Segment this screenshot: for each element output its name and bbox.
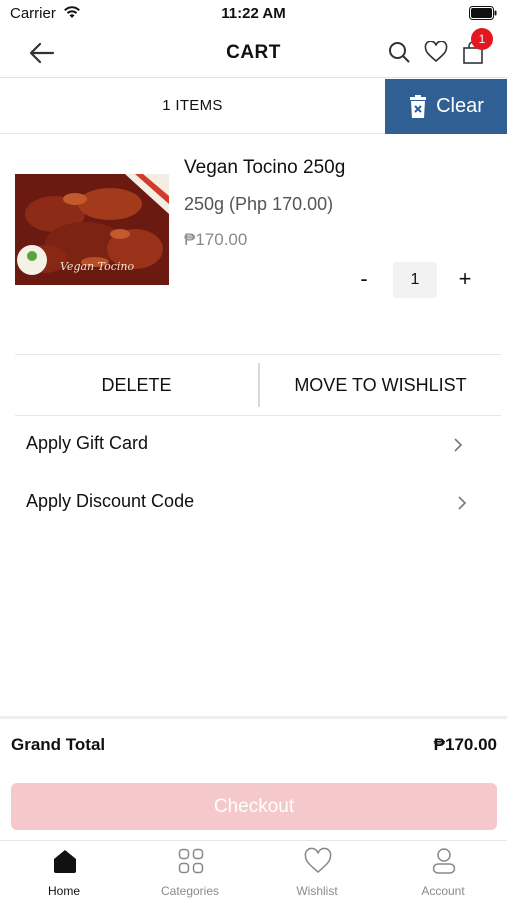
bottom-tab-bar: Home Categories Wishlist Account [0, 840, 507, 900]
trash-icon [410, 94, 427, 118]
tab-categories[interactable]: Categories [127, 841, 253, 900]
app-header: CART 1 [0, 28, 507, 78]
status-bar: Carrier 11:22 AM [0, 0, 507, 28]
apply-discount-code-row[interactable]: Apply Discount Code [0, 477, 507, 527]
search-icon[interactable] [388, 41, 410, 63]
tab-wishlist[interactable]: Wishlist [254, 841, 380, 900]
delete-button[interactable]: DELETE [15, 355, 258, 415]
clear-label: Clear [436, 95, 484, 117]
items-count: 1 ITEMS [162, 97, 223, 114]
checkout-button[interactable]: Checkout [11, 783, 497, 830]
option-label: Apply Discount Code [26, 491, 195, 511]
product-name[interactable]: Vegan Tocino 250g [184, 157, 345, 179]
user-icon [432, 848, 456, 874]
option-label: Apply Gift Card [26, 433, 149, 453]
status-time: 11:22 AM [221, 5, 286, 22]
move-to-wishlist-button[interactable]: MOVE TO WISHLIST [260, 355, 501, 415]
chevron-right-icon [458, 496, 467, 510]
cart-items-bar: 1 ITEMS Clear [0, 79, 507, 134]
tab-label: Wishlist [296, 884, 338, 898]
product-price: ₱170.00 [184, 230, 248, 249]
product-variant: 250g (Php 170.00) [184, 194, 334, 214]
heart-icon[interactable] [424, 41, 448, 63]
quantity-decrease-button[interactable]: - [352, 266, 376, 296]
product-image[interactable]: Vegan Tocino [15, 174, 169, 285]
cart-item-actions: DELETE MOVE TO WISHLIST [15, 354, 501, 416]
quantity-value[interactable]: 1 [393, 262, 437, 298]
tab-label: Account [421, 884, 465, 898]
footer-divider [0, 716, 507, 719]
apply-gift-card-row[interactable]: Apply Gift Card [0, 419, 507, 469]
tab-home[interactable]: Home [1, 841, 127, 900]
tab-label: Home [47, 884, 80, 898]
chevron-right-icon [454, 438, 463, 452]
clear-cart-button[interactable]: Clear [385, 79, 507, 134]
battery-icon [469, 6, 497, 20]
grand-total-label: Grand Total [11, 735, 106, 754]
quantity-increase-button[interactable]: + [453, 266, 477, 296]
home-icon [54, 850, 76, 873]
heart-icon [304, 847, 332, 873]
tab-label: Categories [160, 884, 220, 898]
grand-total-value: ₱170.00 [433, 735, 497, 754]
grid-icon [178, 848, 204, 874]
cart-count-badge: 1 [471, 28, 493, 50]
tab-account[interactable]: Account [380, 841, 506, 900]
svg-text:Vegan Tocino: Vegan Tocino [60, 260, 134, 273]
